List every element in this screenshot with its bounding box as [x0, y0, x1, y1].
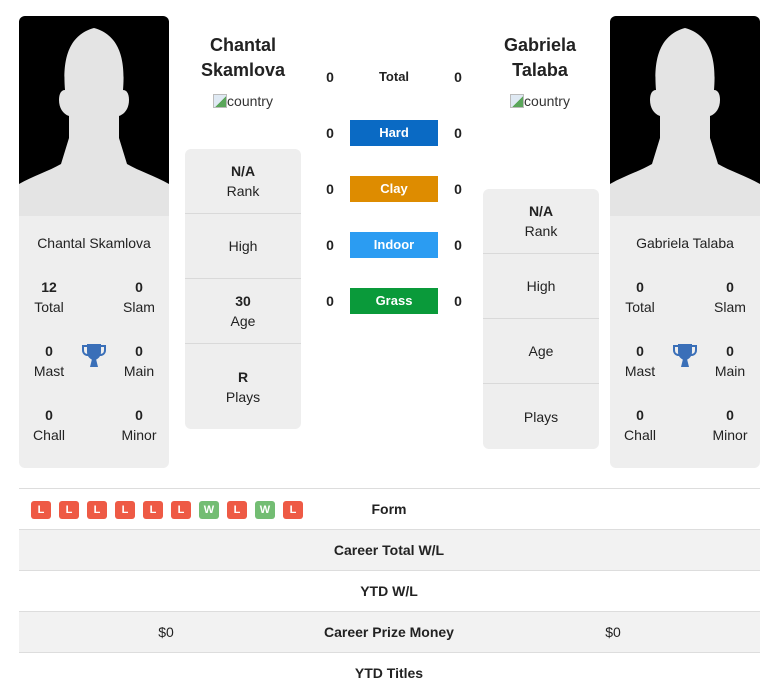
row-label: YTD Titles — [354, 665, 424, 681]
form-badge-win: W — [255, 501, 275, 519]
form-badge-loss: L — [31, 501, 51, 519]
titles-total: 12 Total — [34, 279, 64, 315]
titles-mast: 0 Mast — [33, 343, 65, 379]
titles-chall: 0 Chall — [33, 407, 65, 443]
broken-image-icon — [510, 94, 525, 108]
surface-left-value: 0 — [326, 125, 334, 141]
surface-row-total: 0 Total 0 — [318, 63, 470, 91]
row-label: Career Total W/L — [333, 542, 445, 558]
form-badge-loss: L — [115, 501, 135, 519]
info-panel-right: N/A Rank High Age Plays — [483, 189, 599, 449]
surface-right-value: 0 — [454, 293, 462, 309]
surface-badge-clay: Clay — [350, 176, 438, 202]
titles-chall: 0 Chall — [624, 407, 656, 443]
surface-badge-total: Total — [378, 69, 410, 84]
form-badge-loss: L — [143, 501, 163, 519]
surface-right-value: 0 — [454, 125, 462, 141]
info-panel-left: N/A Rank High 30 Age R Plays — [185, 149, 301, 429]
surface-left-value: 0 — [326, 237, 334, 253]
table-row: Career Total W/L — [19, 529, 760, 570]
surface-right-value: 0 — [454, 181, 462, 197]
broken-image-icon — [213, 94, 228, 108]
titles-grid: 0 Total 0 Slam 0 Mast 0 Main 0 Chall 0 Minor — [610, 277, 760, 468]
form-badge-win: W — [199, 501, 219, 519]
info-rank: N/A Rank — [185, 149, 301, 214]
row-label: Career Prize Money — [324, 624, 454, 640]
row-label: YTD W/L — [360, 583, 418, 599]
titles-grid: 12 Total 0 Slam 0 Mast 0 Main 0 Chall 0 Minor — [19, 277, 169, 468]
surface-badge-grass: Grass — [350, 288, 438, 314]
titles-total: 0 Total — [625, 279, 655, 315]
player-card-right: Gabriela Talaba 0 Total 0 Slam 0 Mast 0 Main… — [610, 16, 760, 468]
info-plays: Plays — [523, 408, 559, 425]
info-age: 30 Age — [185, 279, 301, 344]
form-badge-loss: L — [227, 501, 247, 519]
comparison-table: LLLLLLWLWL Form Career Total W/L YTD W/L $… — [19, 488, 760, 693]
table-row: YTD W/L — [19, 570, 760, 611]
titles-main: 0 Main — [123, 343, 155, 379]
titles-minor: 0 Minor — [712, 407, 748, 443]
trophy-icon — [673, 344, 697, 367]
player-name-left[interactable]: Chantal Skamlova — [163, 33, 323, 83]
country-flag-right: country — [460, 93, 620, 109]
info-age: Age — [483, 319, 599, 384]
player-photo — [19, 16, 169, 216]
player-photo — [610, 16, 760, 216]
surface-badge-hard: Hard — [350, 120, 438, 146]
info-plays: R Plays — [225, 368, 261, 405]
titles-mast: 0 Mast — [624, 343, 656, 379]
form-badge-loss: L — [59, 501, 79, 519]
left-value: $0 — [158, 624, 174, 640]
titles-main: 0 Main — [714, 343, 746, 379]
surface-left-value: 0 — [326, 181, 334, 197]
player-full-name: Chantal Skamlova — [37, 235, 151, 251]
titles-slam: 0 Slam — [714, 279, 746, 315]
surface-left-value: 0 — [326, 293, 334, 309]
silhouette-icon — [19, 28, 169, 216]
surface-right-value: 0 — [454, 237, 462, 253]
surface-left-value: 0 — [326, 69, 334, 85]
country-flag-left: country — [163, 93, 323, 109]
form-label: Form — [371, 501, 407, 517]
form-badge-loss: L — [87, 501, 107, 519]
surface-row-hard: 0 Hard 0 — [318, 119, 470, 147]
right-value: $0 — [605, 624, 621, 640]
info-high: High — [185, 214, 301, 279]
titles-slam: 0 Slam — [123, 279, 155, 315]
player-card-left: Chantal Skamlova 12 Total 0 Slam 0 Mast 0 Ma… — [19, 16, 169, 468]
titles-minor: 0 Minor — [121, 407, 157, 443]
surface-row-indoor: 0 Indoor 0 — [318, 231, 470, 259]
form-badge-loss: L — [171, 501, 191, 519]
surface-row-clay: 0 Clay 0 — [318, 175, 470, 203]
info-rank: N/A Rank — [483, 189, 599, 254]
form-badges: LLLLLLWLWL — [31, 501, 303, 519]
player-name-right[interactable]: Gabriela Talaba — [460, 33, 620, 83]
silhouette-icon — [610, 28, 760, 216]
info-high: High — [483, 254, 599, 319]
table-row: $0 Career Prize Money $0 — [19, 611, 760, 652]
player-full-name: Gabriela Talaba — [636, 235, 734, 251]
table-row: YTD Titles — [19, 652, 760, 693]
trophy-icon — [82, 344, 106, 367]
surface-badge-indoor: Indoor — [350, 232, 438, 258]
form-row: LLLLLLWLWL Form — [19, 488, 760, 529]
surface-row-grass: 0 Grass 0 — [318, 287, 470, 315]
